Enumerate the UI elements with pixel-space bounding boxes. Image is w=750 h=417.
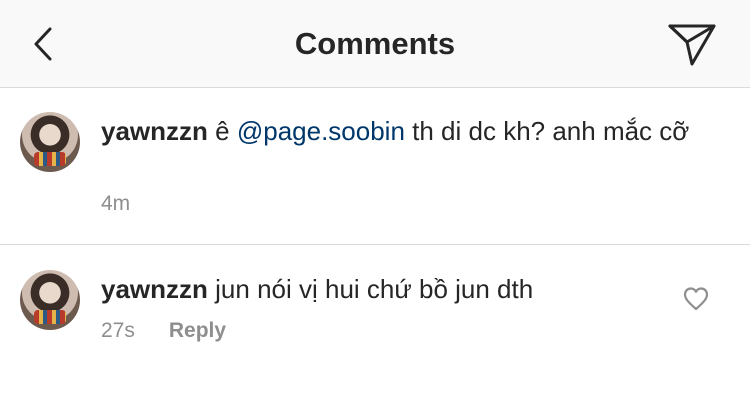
- caption-comment: yawnzzn ê @page.soobin th di dc kh? anh …: [0, 88, 750, 245]
- page-title: Comments: [294, 26, 456, 61]
- avatar[interactable]: [20, 112, 80, 172]
- comment-username[interactable]: yawnzzn: [101, 116, 208, 146]
- comment-text: yawnzzn jun nói vị hui chứ bồ jun dth: [101, 272, 661, 306]
- heart-icon[interactable]: [683, 286, 709, 312]
- comment-body-end: th di dc kh? anh mắc cỡ: [404, 116, 690, 146]
- mention-link[interactable]: @page.soobin: [237, 116, 405, 146]
- comment-username[interactable]: yawnzzn: [101, 274, 208, 304]
- share-button[interactable]: [664, 20, 720, 68]
- comment-body: jun nói vị hui chứ bồ jun dth: [207, 274, 534, 304]
- reply-button[interactable]: Reply: [169, 319, 226, 342]
- comment-timestamp: 27s: [101, 319, 135, 342]
- avatar[interactable]: [20, 270, 80, 330]
- comment-item: yawnzzn jun nói vị hui chứ bồ jun dth 27…: [0, 246, 750, 417]
- comment-meta: 4m: [101, 192, 130, 216]
- paper-plane-icon: [668, 24, 716, 66]
- header-bar: Comments: [0, 0, 750, 88]
- comment-text: yawnzzn ê @page.soobin th di dc kh? anh …: [101, 114, 701, 148]
- comment-meta: 27s Reply: [101, 319, 226, 343]
- comment-body-start: ê: [207, 116, 237, 146]
- comment-timestamp: 4m: [101, 192, 131, 215]
